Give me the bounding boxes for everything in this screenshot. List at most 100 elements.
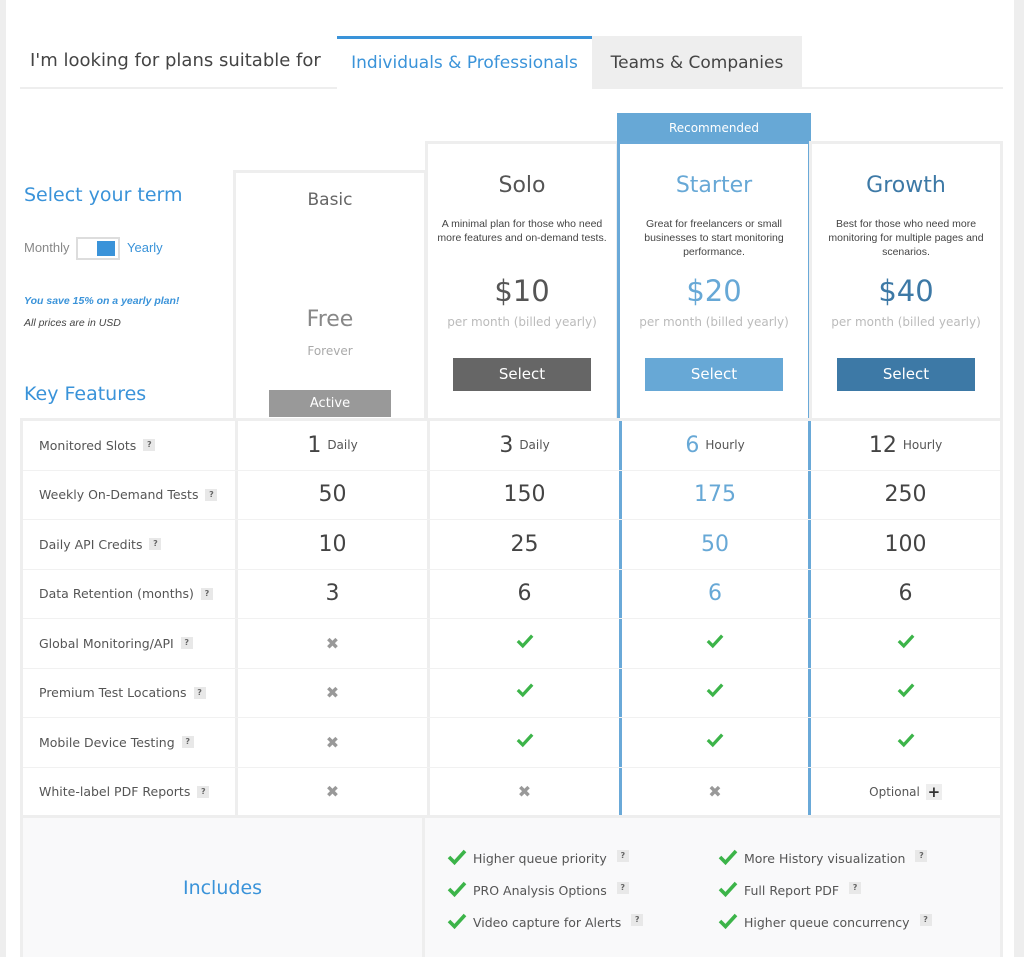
- value-number: 50: [318, 482, 347, 508]
- feature-row: Mobile Device Testing? ✖: [23, 718, 1000, 768]
- value-number: 6: [517, 581, 532, 607]
- plan-description: [241, 216, 419, 278]
- check-icon: [718, 880, 744, 901]
- plan-name: Starter: [675, 173, 753, 198]
- help-icon[interactable]: ?: [616, 881, 629, 894]
- term-toggle[interactable]: [76, 237, 120, 260]
- feature-label-text: Data Retention (months): [39, 586, 194, 602]
- help-icon[interactable]: ?: [919, 913, 932, 926]
- includes-item: Higher queue priority?: [447, 848, 629, 869]
- plan-growth: Growth Best for those who need more moni…: [809, 141, 1003, 420]
- cross-icon: ✖: [325, 782, 340, 802]
- value-number: 6: [685, 432, 700, 458]
- value-number: 175: [694, 482, 736, 508]
- plan-basic: Basic Free Forever Active: [233, 170, 427, 420]
- feature-value: 6: [619, 569, 811, 618]
- recommended-badge: Recommended: [617, 113, 811, 144]
- plan-name: Solo: [498, 173, 546, 198]
- feature-value: ✖: [235, 619, 427, 668]
- feature-value: [619, 718, 811, 767]
- feature-value: 3 Daily: [427, 421, 619, 470]
- check-icon: [897, 730, 915, 755]
- feature-label: Data Retention (months)?: [23, 570, 235, 619]
- feature-value: 6: [427, 569, 619, 618]
- feature-value: 100: [811, 520, 1000, 569]
- value-frequency: Daily: [327, 438, 358, 453]
- add-option-plus-icon[interactable]: +: [925, 783, 942, 800]
- plan-price: $40: [878, 274, 934, 308]
- feature-label-text: Mobile Device Testing: [39, 734, 175, 750]
- feature-value: 6 Hourly: [619, 421, 811, 470]
- includes-item: Full Report PDF?: [718, 880, 862, 901]
- value-number: 50: [701, 531, 729, 557]
- tab-teams-companies[interactable]: Teams & Companies: [592, 36, 802, 89]
- select-solo-button[interactable]: Select: [453, 358, 591, 391]
- value-frequency: Hourly: [902, 438, 943, 453]
- active-plan-button[interactable]: Active: [269, 390, 391, 417]
- feature-value: [427, 668, 619, 717]
- feature-label: Global Monitoring/API?: [23, 619, 235, 668]
- feature-value: [811, 669, 1000, 718]
- help-icon[interactable]: ?: [849, 881, 862, 894]
- tab-individuals-professionals[interactable]: Individuals & Professionals: [337, 36, 592, 91]
- plan-period: Forever: [307, 344, 353, 358]
- plan-period: per month (billed yearly): [447, 315, 597, 329]
- yearly-label[interactable]: Yearly: [127, 240, 163, 255]
- cross-icon: ✖: [325, 732, 340, 752]
- check-icon: [897, 680, 915, 705]
- help-icon[interactable]: ?: [181, 736, 194, 749]
- feature-row: White-label PDF Reports? ✖ ✖ ✖ Optional +: [23, 767, 1000, 817]
- plan-name: Basic: [307, 190, 353, 210]
- monthly-label[interactable]: Monthly: [24, 240, 70, 255]
- help-icon[interactable]: ?: [143, 439, 156, 452]
- feature-value: [427, 718, 619, 767]
- feature-value: 175: [619, 470, 811, 519]
- check-icon: [706, 680, 724, 705]
- feature-label: White-label PDF Reports?: [23, 768, 235, 817]
- feature-label-text: White-label PDF Reports: [39, 784, 191, 800]
- select-starter-button[interactable]: Select: [645, 358, 783, 391]
- help-icon[interactable]: ?: [197, 785, 210, 798]
- value-number: 100: [884, 531, 927, 557]
- check-icon: [447, 912, 473, 933]
- feature-label-text: Weekly On-Demand Tests: [39, 487, 199, 503]
- help-icon[interactable]: ?: [205, 488, 218, 501]
- plan-period: per month (billed yearly): [831, 315, 981, 329]
- feature-label-text: Premium Test Locations: [39, 685, 187, 701]
- feature-label-text: Daily API Credits: [39, 536, 143, 552]
- help-icon[interactable]: ?: [915, 849, 928, 862]
- value-number: 25: [510, 531, 539, 557]
- feature-label: Monitored Slots?: [23, 421, 235, 470]
- help-icon[interactable]: ?: [193, 686, 206, 699]
- key-features-title: Key Features: [24, 383, 147, 405]
- cross-icon: ✖: [325, 633, 340, 653]
- feature-value: [619, 668, 811, 717]
- help-icon[interactable]: ?: [631, 913, 644, 926]
- plan-name: Growth: [866, 173, 946, 198]
- help-icon[interactable]: ?: [616, 849, 629, 862]
- optional-label: Optional: [869, 784, 920, 799]
- includes-item-label: Higher queue concurrency: [744, 915, 910, 930]
- help-icon[interactable]: ?: [149, 538, 162, 551]
- feature-value: 50: [235, 470, 427, 519]
- select-growth-button[interactable]: Select: [837, 358, 975, 391]
- feature-label: Weekly On-Demand Tests?: [23, 471, 235, 520]
- feature-value: 12 Hourly: [811, 421, 1000, 470]
- feature-value: 3: [235, 569, 427, 618]
- help-icon[interactable]: ?: [180, 637, 193, 650]
- includes-item: Video capture for Alerts?: [447, 912, 644, 933]
- audience-tabbar: I'm looking for plans suitable for Indiv…: [20, 36, 1003, 91]
- term-toggle-row: Monthly Yearly: [24, 237, 224, 260]
- feature-value: 250: [811, 471, 1000, 520]
- feature-value: Optional +: [811, 768, 1000, 817]
- includes-item-label: Full Report PDF: [744, 883, 840, 898]
- yearly-savings-note: You save 15% on a yearly plan!: [24, 295, 180, 307]
- check-icon: [897, 631, 915, 656]
- feature-row: Daily API Credits? 10 25 50 100: [23, 520, 1000, 570]
- feature-label: Premium Test Locations?: [23, 669, 235, 718]
- plan-price: Free: [306, 307, 354, 332]
- value-number: 3: [499, 432, 514, 458]
- feature-value: 50: [619, 520, 811, 569]
- help-icon[interactable]: ?: [200, 587, 213, 600]
- tab-prompt: I'm looking for plans suitable for: [30, 50, 321, 71]
